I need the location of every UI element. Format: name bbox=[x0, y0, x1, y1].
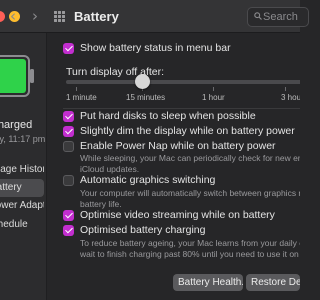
graphics-switching-description-line-1: Your computer will automatically switch … bbox=[80, 188, 300, 198]
battery-full-icon bbox=[0, 55, 34, 97]
option-label: Enable Power Nap while on battery power bbox=[80, 140, 276, 152]
window-title: Battery bbox=[74, 9, 119, 24]
optimised-charging-checkbox[interactable] bbox=[63, 225, 74, 236]
option-label: Put hard disks to sleep when possible bbox=[80, 110, 256, 122]
button-label: Battery Health... bbox=[178, 277, 243, 288]
window-close-button[interactable] bbox=[0, 11, 5, 22]
tick-label-15-minutes: 15 minutes bbox=[126, 93, 166, 102]
charge-status: Charged bbox=[0, 119, 33, 131]
restore-defaults-button[interactable]: Restore Defaults bbox=[246, 274, 300, 291]
hard-disk-sleep-checkbox[interactable] bbox=[63, 111, 74, 122]
display-off-label: Turn display off after: bbox=[66, 66, 165, 78]
tick-label-1-hour: 1 hour bbox=[202, 93, 225, 102]
dim-display-checkbox[interactable] bbox=[63, 126, 74, 137]
power-nap-checkbox[interactable] bbox=[63, 141, 74, 152]
sidebar-item-label: Power Adapter bbox=[0, 200, 44, 211]
title-bar: ‹ › Battery Search bbox=[0, 0, 309, 33]
video-streaming-checkbox[interactable] bbox=[63, 210, 74, 221]
tick-label-1-minute: 1 minute bbox=[66, 93, 97, 102]
slider-tick bbox=[285, 87, 286, 91]
sidebar-item-usage-history[interactable]: Usage History bbox=[0, 161, 44, 179]
slider-tick bbox=[76, 87, 77, 91]
button-label: Restore Defaults bbox=[251, 277, 300, 288]
sidebar-item-label: Schedule bbox=[0, 219, 28, 230]
search-placeholder: Search bbox=[263, 11, 298, 23]
sidebar-item-label: Battery bbox=[0, 182, 22, 193]
tick-label-3-hours: 3 hours bbox=[281, 93, 300, 102]
graphics-switching-checkbox[interactable] bbox=[63, 175, 74, 186]
display-off-slider-knob[interactable] bbox=[135, 74, 150, 89]
sidebar-item-power-adapter[interactable]: Power Adapter bbox=[0, 197, 44, 215]
battery-settings-pane: Show battery status in menu bar Turn dis… bbox=[47, 33, 300, 300]
option-label: Optimised battery charging bbox=[80, 224, 206, 236]
show-in-menu-bar-checkbox[interactable] bbox=[63, 43, 74, 54]
option-label: Automatic graphics switching bbox=[80, 174, 216, 186]
search-field[interactable]: Search bbox=[247, 7, 309, 27]
optimised-charging-description-line-2: wait to finish charging past 80% until y… bbox=[80, 249, 300, 259]
show-all-grid-icon[interactable] bbox=[54, 11, 65, 22]
battery-health-button[interactable]: Battery Health... bbox=[173, 274, 243, 291]
charge-time: Today, 11:17 pm bbox=[0, 134, 46, 144]
search-icon bbox=[254, 12, 262, 20]
option-label: Show battery status in menu bar bbox=[80, 42, 231, 54]
sidebar: Charged Today, 11:17 pm Usage History Ba… bbox=[0, 33, 47, 300]
sidebar-item-battery[interactable]: Battery bbox=[0, 179, 44, 197]
power-nap-description-line-1: While sleeping, your Mac can periodicall… bbox=[80, 153, 300, 163]
option-label: Slightly dim the display while on batter… bbox=[80, 125, 295, 137]
section-divider bbox=[63, 108, 300, 109]
sidebar-item-label: Usage History bbox=[0, 164, 44, 175]
display-off-slider-track[interactable] bbox=[66, 80, 300, 84]
back-arrow-icon[interactable]: ‹ bbox=[10, 7, 16, 25]
option-label: Optimise video streaming while on batter… bbox=[80, 209, 275, 221]
slider-tick bbox=[213, 87, 214, 91]
sidebar-item-schedule[interactable]: Schedule bbox=[0, 216, 44, 234]
optimised-charging-description-line-1: To reduce battery ageing, your Mac learn… bbox=[80, 238, 300, 248]
forward-arrow-icon[interactable]: › bbox=[32, 7, 38, 25]
